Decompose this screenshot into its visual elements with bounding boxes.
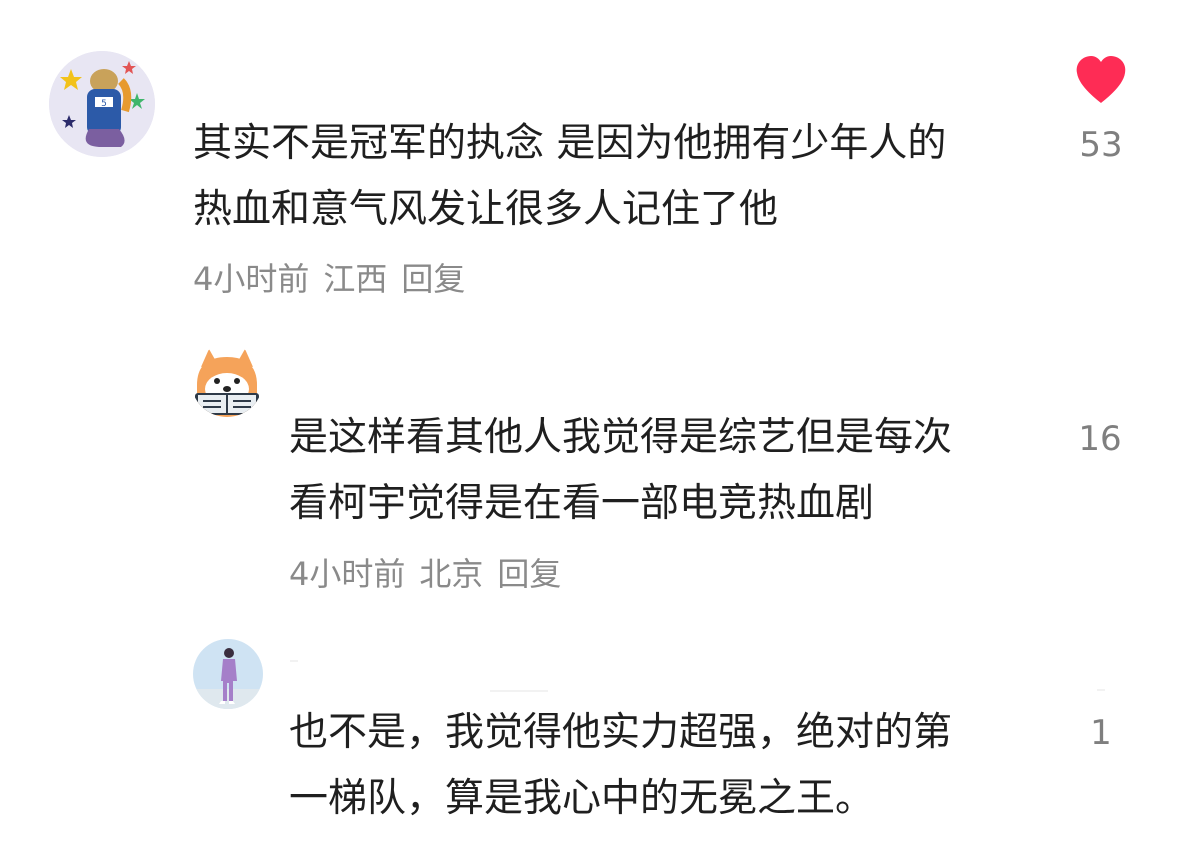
reply-button[interactable]: 回复 [401,260,465,298]
like-count[interactable]: 1 [1056,713,1146,753]
comment-meta: 4小时前 北京 回复 [289,554,575,594]
comment-text-line: 也不是，我觉得他实力超强，绝对的第 [289,710,953,755]
comment-text-line: 是这样看其他人我觉得是综艺但是每次 [289,415,953,460]
username-placeholder [290,660,298,662]
comment-text-line: 看柯宇觉得是在看一部电竞热血剧 [289,481,875,526]
reply-button[interactable]: 回复 [497,555,561,593]
comment-time: 4小时前 [193,260,310,298]
comment-meta: 4小时前 江西 回复 [193,259,479,299]
comment-text: 也不是，我觉得他实力超强，绝对的第 一梯队，算是我心中的无冕之王。 [289,700,952,832]
comment-location: 江西 [323,260,388,298]
avatar[interactable] [193,639,263,709]
heart-filled-icon[interactable] [1075,55,1127,105]
comment-location: 北京 [419,555,484,593]
comment-text-line: 热血和意气风发让很多人记住了他 [193,187,779,232]
comment-list: 5 其实不是冠军的执念 是因为他拥有少年人的 热血和意气风发让很多人记住了他 4… [0,0,1179,858]
comment-text: 是这样看其他人我觉得是综艺但是每次 看柯宇觉得是在看一部电竞热血剧 [289,405,952,537]
comment-text: 其实不是冠军的执念 是因为他拥有少年人的 热血和意气风发让很多人记住了他 [193,111,946,243]
avatar[interactable] [191,345,263,417]
comment-text-line: 一梯队，算是我心中的无冕之王。 [289,776,875,821]
username-placeholder [490,690,548,692]
comment-time: 4小时前 [289,555,406,593]
avatar[interactable]: 5 [49,51,155,157]
like-count: 53 [1079,125,1123,165]
avatar-person-photo-icon [193,639,263,709]
comment-text-line: 其实不是冠军的执念 是因为他拥有少年人的 [193,121,947,166]
avatar-shiba-dog-icon [191,345,263,417]
svg-text:5: 5 [101,99,107,109]
like-count[interactable]: 16 [1055,419,1145,459]
avatar-cartoon-icon: 5 [49,51,155,157]
username-placeholder [1097,689,1105,691]
